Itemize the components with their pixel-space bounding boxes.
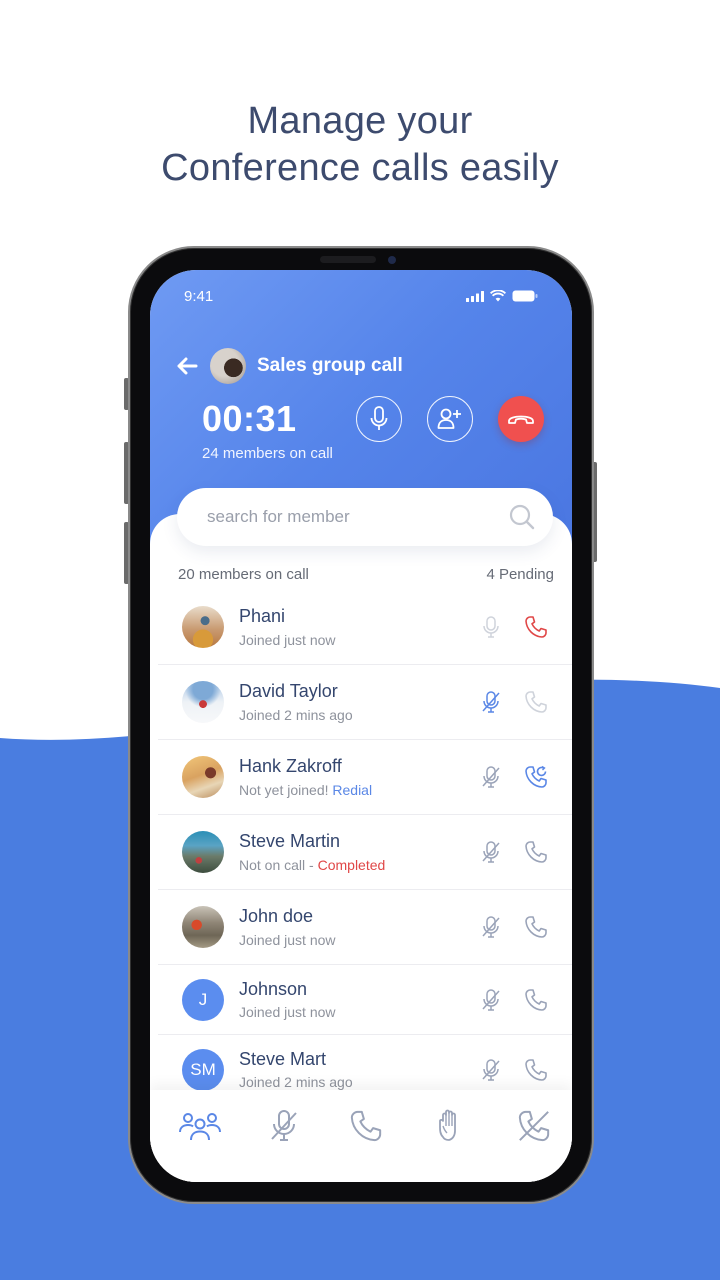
member-status: Joined just now <box>239 932 336 948</box>
headline-line-1: Manage your <box>247 100 473 142</box>
member-list: Phani Joined just now David Taylor Joine… <box>158 590 572 1105</box>
member-name: Steve Martin <box>239 831 341 851</box>
member-search-input[interactable] <box>207 507 509 527</box>
member-avatar <box>182 756 224 798</box>
status-time: 9:41 <box>184 288 214 305</box>
end-call-icon[interactable] <box>524 615 548 639</box>
muted-microphone-icon[interactable] <box>480 840 502 864</box>
call-icon[interactable] <box>524 915 548 939</box>
hang-up-icon <box>508 415 534 424</box>
add-member-button[interactable] <box>427 396 473 442</box>
phone-frame: 9:41 Sales group call 00:31 24 members o… <box>128 246 594 1204</box>
call-icon[interactable] <box>524 1058 548 1082</box>
member-name: David Taylor <box>239 681 338 701</box>
member-row[interactable]: J Johnson Joined just now <box>158 965 572 1035</box>
call-icon[interactable] <box>524 840 548 864</box>
headline: Manage your Conference calls easily <box>0 98 720 192</box>
member-status: Joined 2 mins ago <box>239 707 353 723</box>
group-avatar <box>210 348 246 384</box>
microphone-icon[interactable] <box>480 615 502 639</box>
phone-screen: 9:41 Sales group call 00:31 24 members o… <box>150 270 572 1182</box>
member-status: Joined just now <box>239 1004 336 1020</box>
member-row[interactable]: John doe Joined just now <box>158 890 572 965</box>
nav-participants[interactable] <box>178 1106 222 1146</box>
member-status: Not on call - Completed <box>239 857 385 873</box>
member-status: Not yet joined! Redial <box>239 782 372 798</box>
call-icon <box>350 1110 382 1142</box>
back-button[interactable] <box>174 353 200 379</box>
member-avatar <box>182 681 224 723</box>
search-icon[interactable] <box>509 504 535 530</box>
member-row[interactable]: Steve Martin Not on call - Completed <box>158 815 572 890</box>
phone-camera <box>388 256 396 264</box>
arrow-left-icon <box>177 357 198 375</box>
member-avatar <box>182 906 224 948</box>
member-initials: SM <box>190 1060 216 1079</box>
member-status-text: Not on call - <box>239 857 318 873</box>
signal-icon <box>466 290 484 302</box>
muted-microphone-icon[interactable] <box>480 988 502 1012</box>
member-status-text: Joined 2 mins ago <box>239 1074 353 1090</box>
headline-line-2: Conference calls easily <box>161 147 559 189</box>
call-summary: 20 members on call 4 Pending <box>178 566 554 583</box>
member-status: Joined 2 mins ago <box>239 1074 353 1090</box>
participants-icon <box>179 1113 221 1141</box>
member-status-text: Joined just now <box>239 932 336 948</box>
nav-raise-hand[interactable] <box>428 1106 472 1146</box>
pending-count[interactable]: 4 Pending <box>486 566 554 583</box>
member-status-text: Joined 2 mins ago <box>239 707 353 723</box>
member-avatar <box>182 831 224 873</box>
member-name: Phani <box>239 606 286 626</box>
muted-microphone-icon[interactable] <box>480 690 502 714</box>
member-name: John doe <box>239 906 314 926</box>
completed-status: Completed <box>317 857 386 873</box>
member-avatar: J <box>182 978 224 1021</box>
muted-microphone-icon[interactable] <box>480 915 502 939</box>
muted-microphone-icon[interactable] <box>480 1058 502 1082</box>
member-avatar: SM <box>182 1049 224 1091</box>
bottom-nav <box>150 1090 572 1182</box>
redial-link[interactable]: Redial <box>332 782 372 798</box>
member-row[interactable]: David Taylor Joined 2 mins ago <box>158 665 572 740</box>
raise-hand-icon <box>439 1109 456 1141</box>
member-row[interactable]: Phani Joined just now <box>158 590 572 665</box>
mute-all-icon <box>271 1110 297 1141</box>
on-call-count: 20 members on call <box>178 566 309 583</box>
add-user-icon <box>437 408 461 429</box>
member-avatar <box>182 606 224 648</box>
battery-icon <box>512 290 538 302</box>
nav-call-off[interactable] <box>512 1106 556 1146</box>
call-icon[interactable] <box>524 988 548 1012</box>
member-name: Johnson <box>239 979 308 999</box>
member-status-text: Not yet joined! <box>239 782 333 798</box>
member-status-text: Joined just now <box>239 1004 336 1020</box>
call-off-icon <box>518 1110 550 1142</box>
member-row[interactable]: Hank Zakroff Not yet joined! Redial <box>158 740 572 815</box>
call-timer: 00:31 <box>202 398 297 439</box>
nav-call[interactable] <box>344 1106 388 1146</box>
member-status-text: Joined just now <box>239 632 336 648</box>
nav-mute-all[interactable] <box>262 1106 306 1146</box>
member-search-bar <box>177 488 553 546</box>
call-icon[interactable] <box>524 690 548 714</box>
muted-microphone-icon[interactable] <box>480 765 502 789</box>
member-status: Joined just now <box>239 632 336 648</box>
redial-icon[interactable] <box>524 765 548 789</box>
member-name: Steve Mart <box>239 1049 327 1069</box>
microphone-icon <box>370 406 388 430</box>
member-initials: J <box>198 989 208 1009</box>
phone-speaker <box>320 256 376 263</box>
call-topbar: Sales group call <box>174 348 403 384</box>
members-on-call-count: 24 members on call <box>202 445 333 462</box>
end-call-button[interactable] <box>498 396 544 442</box>
member-name: Hank Zakroff <box>239 756 342 776</box>
call-title: Sales group call <box>257 355 403 376</box>
wifi-icon <box>490 290 506 302</box>
status-icons <box>466 290 538 302</box>
mute-self-button[interactable] <box>356 396 402 442</box>
